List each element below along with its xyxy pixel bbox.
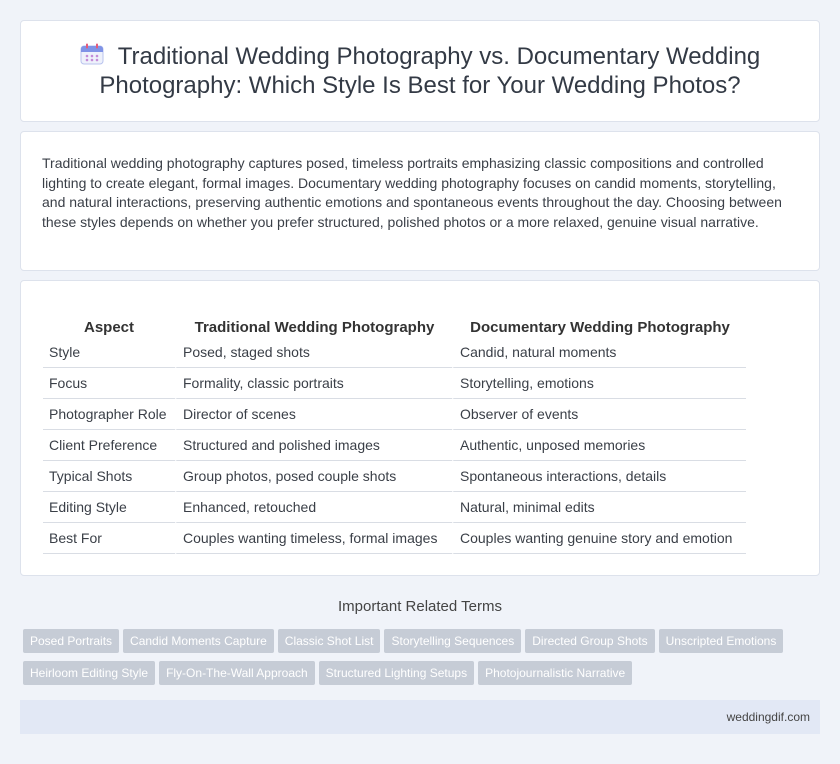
related-terms-tags: Posed Portraits Candid Moments Capture Cla…: [23, 629, 823, 693]
cell-traditional: Couples wanting timeless, formal images: [175, 523, 452, 554]
cell-traditional: Director of scenes: [175, 399, 452, 430]
tag-posed-portraits[interactable]: Posed Portraits: [23, 629, 120, 653]
related-terms-title: Important Related Terms: [338, 598, 502, 615]
page-title-text: Traditional Wedding Photography vs. Docu…: [99, 43, 761, 99]
table-row: Best For Couples wanting timeless, forma…: [43, 523, 746, 554]
cell-traditional: Posed, staged shots: [175, 337, 452, 368]
tag-fly-on-the-wall-approach[interactable]: Fly-On-The-Wall Approach: [159, 661, 315, 685]
cell-aspect: Editing Style: [43, 492, 175, 523]
tag-directed-group-shots[interactable]: Directed Group Shots: [525, 629, 655, 653]
cell-traditional: Formality, classic portraits: [175, 368, 452, 399]
cell-aspect: Best For: [43, 523, 175, 554]
header-traditional: Traditional Wedding Photography: [194, 318, 435, 336]
table-row: Typical Shots Group photos, posed couple…: [43, 461, 746, 492]
table-row: Photographer Role Director of scenes Obs…: [43, 399, 746, 430]
header-documentary: Documentary Wedding Photography: [470, 318, 730, 336]
table-row: Style Posed, staged shots Candid, natura…: [43, 337, 746, 368]
cell-traditional: Structured and polished images: [175, 430, 452, 461]
cell-documentary: Couples wanting genuine story and emotio…: [452, 523, 746, 554]
comparison-table: Aspect Traditional Wedding Photography D…: [43, 315, 746, 554]
page: Traditional Wedding Photography vs. Docu…: [0, 0, 840, 764]
comparison-card: Aspect Traditional Wedding Photography D…: [20, 280, 820, 576]
tag-storytelling-sequences[interactable]: Storytelling Sequences: [384, 629, 522, 653]
cell-documentary: Storytelling, emotions: [452, 368, 746, 399]
cell-aspect: Client Preference: [43, 430, 175, 461]
table-header-row: Aspect Traditional Wedding Photography D…: [43, 315, 746, 337]
cell-aspect: Photographer Role: [43, 399, 175, 430]
cell-aspect: Focus: [43, 368, 175, 399]
tag-candid-moments-capture[interactable]: Candid Moments Capture: [123, 629, 274, 653]
cell-documentary: Spontaneous interactions, details: [452, 461, 746, 492]
table-row: Focus Formality, classic portraits Story…: [43, 368, 746, 399]
page-title: Traditional Wedding Photography vs. Docu…: [60, 42, 780, 100]
cell-documentary: Observer of events: [452, 399, 746, 430]
intro-text: Traditional wedding photography captures…: [42, 155, 782, 230]
calendar-icon: [80, 43, 104, 65]
title-card: Traditional Wedding Photography vs. Docu…: [20, 20, 820, 122]
cell-traditional: Enhanced, retouched: [175, 492, 452, 523]
cell-documentary: Authentic, unposed memories: [452, 430, 746, 461]
cell-documentary: Candid, natural moments: [452, 337, 746, 368]
intro-card: Traditional wedding photography captures…: [20, 131, 820, 271]
table-row: Client Preference Structured and polishe…: [43, 430, 746, 461]
cell-traditional: Group photos, posed couple shots: [175, 461, 452, 492]
header-aspect: Aspect: [83, 318, 135, 336]
tag-heirloom-editing-style[interactable]: Heirloom Editing Style: [23, 661, 156, 685]
cell-documentary: Natural, minimal edits: [452, 492, 746, 523]
tag-unscripted-emotions[interactable]: Unscripted Emotions: [658, 629, 784, 653]
table-row: Editing Style Enhanced, retouched Natura…: [43, 492, 746, 523]
cell-aspect: Typical Shots: [43, 461, 175, 492]
tag-classic-shot-list[interactable]: Classic Shot List: [277, 629, 381, 653]
footer-site-link[interactable]: weddingdif.com: [727, 710, 810, 724]
tag-structured-lighting-setups[interactable]: Structured Lighting Setups: [318, 661, 475, 685]
cell-aspect: Style: [43, 337, 175, 368]
footer: weddingdif.com: [20, 700, 820, 734]
tag-photojournalistic-narrative[interactable]: Photojournalistic Narrative: [478, 661, 633, 685]
